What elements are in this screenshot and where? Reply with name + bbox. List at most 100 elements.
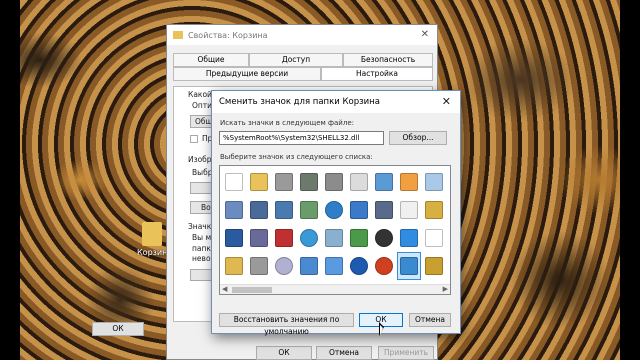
- scroll-left-icon[interactable]: ◀: [222, 285, 227, 293]
- icon-cell[interactable]: [422, 196, 446, 224]
- help-icon: [350, 257, 368, 275]
- cancel-button[interactable]: Отмена: [409, 313, 451, 327]
- computer-icon: [275, 201, 293, 219]
- drive-icon: [275, 173, 293, 191]
- shortcut-arrow-icon: [400, 201, 418, 219]
- icon-cell[interactable]: [372, 168, 396, 196]
- icon-cell[interactable]: [322, 196, 346, 224]
- globe-icon: [300, 229, 318, 247]
- cd-icon: [275, 257, 293, 275]
- change-icon-dialog: Сменить значок для папки Корзина ✕ Искат…: [211, 90, 461, 336]
- tab-general[interactable]: Общие: [173, 53, 249, 67]
- drive-icon: [250, 257, 268, 275]
- floppy-icon: [250, 229, 268, 247]
- tab-security[interactable]: Безопасность: [343, 53, 433, 67]
- close-icon[interactable]: ✕: [442, 95, 451, 108]
- icon-cell[interactable]: [322, 224, 346, 252]
- optimize-label: Опти: [192, 101, 213, 110]
- icon-cell[interactable]: [322, 252, 346, 280]
- icon-list[interactable]: ◀ ▶: [219, 165, 451, 295]
- monitor-icon: [375, 173, 393, 191]
- search-file-label: Искать значки в следующем файле:: [220, 119, 354, 127]
- network-icon: [300, 201, 318, 219]
- icon-cell[interactable]: [297, 224, 321, 252]
- props-ok-button[interactable]: ОК: [92, 322, 144, 336]
- icon-cell[interactable]: [347, 196, 371, 224]
- icon-cell[interactable]: [397, 224, 421, 252]
- icon-cell[interactable]: [297, 196, 321, 224]
- icon-cell[interactable]: [222, 168, 246, 196]
- desktop-icon-label: Корзина: [137, 248, 173, 257]
- icon-cell[interactable]: [222, 252, 246, 280]
- icon-cell[interactable]: [297, 168, 321, 196]
- delete-drive-icon: [275, 229, 293, 247]
- props-apply-button[interactable]: Применить: [378, 346, 434, 360]
- icon-cell[interactable]: [272, 252, 296, 280]
- icon-cell[interactable]: [247, 168, 271, 196]
- mouse-cursor-icon: [379, 322, 384, 336]
- close-icon[interactable]: ✕: [421, 29, 429, 40]
- icon-cell[interactable]: [322, 168, 346, 196]
- desktop-icon-recycle-bin[interactable]: Корзина: [137, 222, 173, 257]
- icon-cell[interactable]: [372, 196, 396, 224]
- browse-button[interactable]: Обзор...: [389, 131, 447, 145]
- blank-document-icon: [225, 173, 243, 191]
- icon-cell[interactable]: [422, 252, 446, 280]
- icon-cell[interactable]: [247, 224, 271, 252]
- window-icon: [250, 201, 268, 219]
- chip-icon: [300, 173, 318, 191]
- icon-list-label: Выберите значок из следующего списка:: [220, 153, 373, 161]
- icon-cell[interactable]: [422, 168, 446, 196]
- props-cancel-button[interactable]: Отмена: [316, 346, 372, 360]
- laptop-icon: [300, 257, 318, 275]
- icon-cell[interactable]: [272, 224, 296, 252]
- icon-cell[interactable]: [422, 224, 446, 252]
- icon-cell[interactable]: [397, 196, 421, 224]
- icon-cell[interactable]: [397, 252, 421, 280]
- properties-titlebar: Свойства: Корзина: [167, 25, 437, 45]
- scroll-right-icon[interactable]: ▶: [443, 285, 448, 293]
- left-black-bar: [0, 0, 20, 360]
- pencil-icon: [325, 257, 343, 275]
- arrow-drive-icon: [350, 229, 368, 247]
- icon-cell[interactable]: [222, 224, 246, 252]
- icon-cell[interactable]: [247, 196, 271, 224]
- horizontal-scrollbar[interactable]: ◀ ▶: [220, 284, 450, 294]
- icon-cell[interactable]: [272, 168, 296, 196]
- section-label: Какой: [188, 90, 212, 99]
- folder-icon: [425, 201, 443, 219]
- icon-grid: [222, 168, 446, 280]
- icon-cell[interactable]: [297, 252, 321, 280]
- icon-cell[interactable]: [372, 224, 396, 252]
- power-icon: [375, 257, 393, 275]
- icon-cell[interactable]: [347, 168, 371, 196]
- icon-cell[interactable]: [272, 196, 296, 224]
- choose-file-label: Выбр: [192, 168, 213, 177]
- folder-icon: [225, 257, 243, 275]
- window-icon: [225, 229, 243, 247]
- folder-icon: [250, 173, 268, 191]
- tab-sharing[interactable]: Доступ: [249, 53, 343, 67]
- remote-icon: [375, 201, 393, 219]
- dialog-title: Сменить значок для папки Корзина: [219, 97, 380, 107]
- icon-file-path-input[interactable]: %SystemRoot%\System32\SHELL32.dll: [219, 131, 384, 145]
- apply-subfolders-checkbox[interactable]: [190, 135, 198, 143]
- icon-cell[interactable]: [372, 252, 396, 280]
- drive-icon: [325, 173, 343, 191]
- restore-defaults-button[interactable]: Восстановить значения по умолчанию: [219, 313, 354, 336]
- properties-title: Свойства: Корзина: [188, 30, 268, 40]
- folder-pictures-label: Изобр: [188, 155, 212, 164]
- tab-customize[interactable]: Настройка: [321, 67, 433, 81]
- icon-cell[interactable]: [222, 196, 246, 224]
- icon-cell[interactable]: [247, 252, 271, 280]
- folder-icon: [425, 257, 443, 275]
- search-icon: [325, 229, 343, 247]
- scrollbar-thumb[interactable]: [232, 287, 272, 293]
- icon-cell[interactable]: [397, 168, 421, 196]
- printer-document-icon: [225, 201, 243, 219]
- icon-cell[interactable]: [347, 224, 371, 252]
- tab-previous-versions[interactable]: Предыдущие версии: [173, 67, 321, 81]
- cd-icon: [375, 229, 393, 247]
- icon-cell[interactable]: [347, 252, 371, 280]
- props-ok-button-visible[interactable]: ОК: [256, 346, 312, 360]
